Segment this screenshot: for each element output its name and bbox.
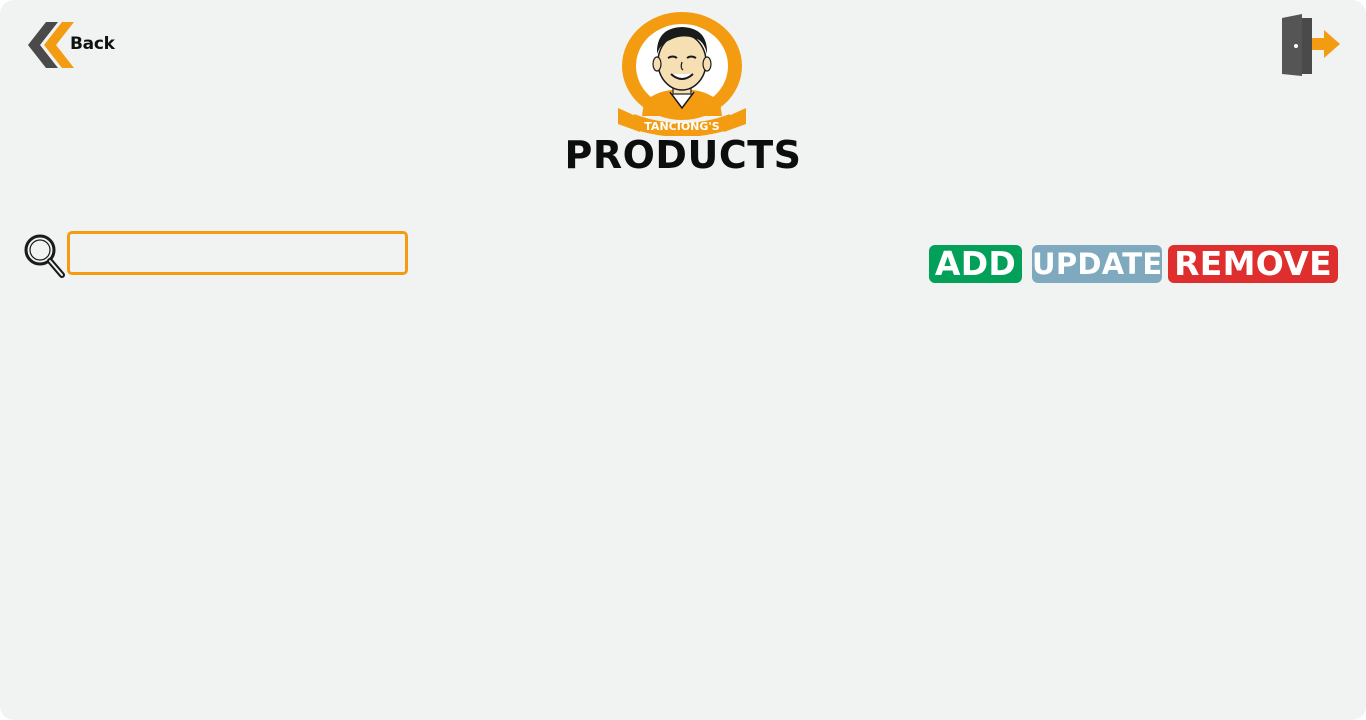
brand-logo: TANCIONG'S — [610, 10, 754, 137]
search-icon — [22, 232, 66, 278]
remove-button[interactable]: REMOVE — [1168, 245, 1338, 283]
products-window: Back TANCIONG'S PRODUCTS ADD UPDATE REMO… — [0, 0, 1366, 720]
logo-text: TANCIONG'S — [644, 120, 719, 133]
back-button[interactable]: Back — [26, 20, 126, 70]
page-title: PRODUCTS — [564, 133, 802, 177]
add-button[interactable]: ADD — [929, 245, 1022, 283]
back-chevron-icon — [28, 22, 74, 68]
search-input[interactable] — [67, 231, 408, 275]
update-button[interactable]: UPDATE — [1032, 245, 1162, 283]
logout-door-icon — [1282, 14, 1340, 76]
logout-button[interactable] — [1278, 14, 1342, 78]
back-label: Back — [70, 34, 115, 54]
